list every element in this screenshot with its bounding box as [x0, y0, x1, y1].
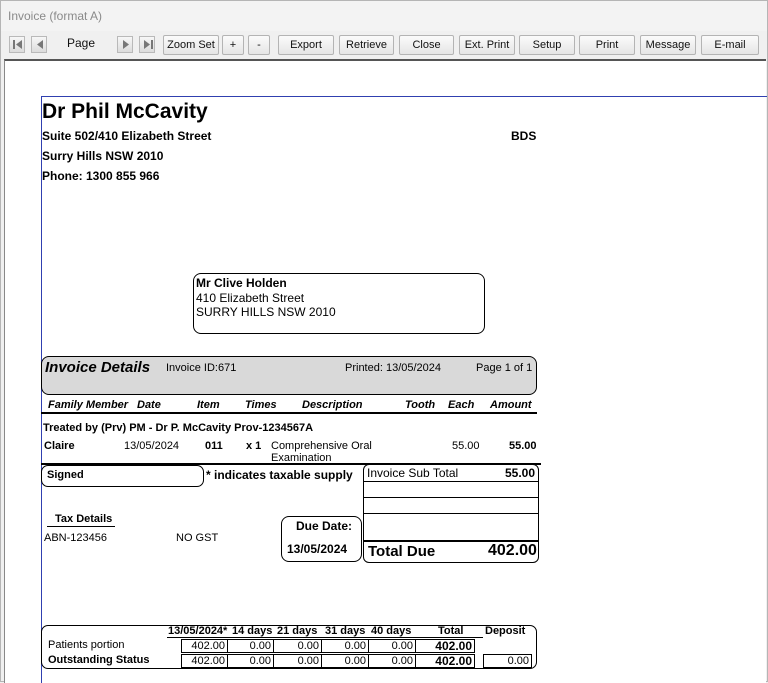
first-page-button[interactable] — [9, 36, 25, 53]
aging-cell: 0.00 — [368, 654, 416, 668]
practice-name: Dr Phil McCavity — [42, 100, 208, 123]
title-bar: Invoice (format A) — [1, 1, 767, 31]
aging-cell: 0.00 — [227, 654, 274, 668]
aging-cell: 0.00 — [273, 654, 322, 668]
previous-page-icon — [37, 40, 43, 49]
col-description: Description — [302, 399, 363, 411]
zoom-set-button[interactable]: Zoom Set — [163, 35, 219, 55]
sub-total-label: Invoice Sub Total — [367, 466, 459, 480]
due-date-value: 13/05/2024 — [287, 542, 348, 556]
patient-address-1: 410 Elizabeth Street — [196, 291, 305, 305]
printed-date: Printed: 13/05/2024 — [345, 362, 442, 374]
retrieve-button[interactable]: Retrieve — [339, 35, 394, 55]
email-button[interactable]: E-mail — [701, 35, 759, 55]
due-date-label: Due Date: — [296, 519, 353, 533]
page-label: Page — [67, 36, 96, 50]
aging-cell: 0.00 — [321, 639, 369, 653]
line-item-code: 011 — [205, 440, 223, 452]
setup-button[interactable]: Setup — [519, 35, 575, 55]
page-count: Page 1 of 1 — [476, 362, 533, 374]
treated-by: Treated by (Prv) PM - Dr P. McCavity Pro… — [43, 422, 314, 434]
signed-label: Signed — [47, 469, 84, 481]
invoice-window: Invoice (format A) Page Zoom Set + - Exp… — [0, 0, 768, 683]
next-page-button[interactable] — [117, 36, 133, 53]
totals-rule-3 — [364, 513, 538, 514]
practice-qualification: BDS — [511, 129, 537, 143]
aging-cell: 0.00 — [227, 639, 274, 653]
patient-name: Mr Clive Holden — [196, 276, 287, 290]
line-family-member: Claire — [44, 440, 75, 452]
col-each: Each — [448, 399, 475, 411]
totals-rule-1 — [364, 481, 538, 482]
toolbar: Page Zoom Set + - Export Retrieve Close … — [1, 31, 767, 59]
practice-address-2: Surry Hills NSW 2010 — [42, 149, 164, 163]
tax-details-underline — [47, 526, 115, 527]
tax-details-label: Tax Details — [55, 513, 113, 525]
first-page-icon — [13, 40, 22, 49]
col-family-member: Family Member — [48, 399, 129, 411]
aging-cell-total: 402.00 — [415, 639, 475, 653]
last-page-button[interactable] — [139, 36, 155, 53]
export-button[interactable]: Export — [278, 35, 334, 55]
line-amount: 55.00 — [509, 440, 537, 452]
line-description-1: Comprehensive Oral — [271, 440, 372, 452]
aging-row-label-outstanding: Outstanding Status — [48, 654, 150, 666]
line-times: x 1 — [246, 440, 262, 452]
aging-header-rule — [167, 637, 483, 638]
close-button[interactable]: Close — [399, 35, 454, 55]
aging-cell: 402.00 — [181, 654, 228, 668]
abn-value: ABN-123456 — [44, 532, 107, 544]
message-button[interactable]: Message — [640, 35, 696, 55]
practice-address-1: Suite 502/410 Elizabeth Street — [42, 129, 212, 143]
invoice-id: Invoice ID:671 — [166, 362, 237, 374]
aging-header-14: 14 days — [232, 625, 273, 637]
zoom-in-button[interactable]: + — [222, 35, 244, 55]
aging-header-40: 40 days — [371, 625, 412, 637]
aging-cell: 402.00 — [181, 639, 228, 653]
ext-print-button[interactable]: Ext. Print — [459, 35, 515, 55]
patient-address-2: SURRY HILLS NSW 2010 — [196, 305, 336, 319]
aging-cell-total: 402.00 — [415, 654, 475, 668]
line-date: 13/05/2024 — [124, 440, 180, 452]
invoice-title: Invoice Details — [45, 359, 151, 376]
aging-cell: 0.00 — [273, 639, 322, 653]
taxable-note: * indicates taxable supply — [206, 468, 353, 482]
aging-header-deposit: Deposit — [485, 625, 526, 637]
zoom-out-button[interactable]: - — [248, 35, 270, 55]
aging-header-31: 31 days — [325, 625, 366, 637]
header-rule — [41, 412, 537, 414]
print-button[interactable]: Print — [579, 35, 635, 55]
col-item: Item — [197, 399, 220, 411]
aging-cell: 0.00 — [321, 654, 369, 668]
line-each: 55.00 — [452, 440, 480, 452]
totals-rule-2 — [364, 497, 538, 498]
aging-cell-deposit: 0.00 — [483, 654, 532, 668]
total-due-label: Total Due — [368, 543, 436, 560]
sub-total-value: 55.00 — [505, 466, 536, 480]
col-tooth: Tooth — [405, 399, 436, 411]
col-date: Date — [137, 399, 161, 411]
next-page-icon — [123, 40, 129, 49]
aging-row-label-patients: Patients portion — [48, 639, 125, 651]
gst-status: NO GST — [176, 532, 219, 544]
previous-page-button[interactable] — [31, 36, 47, 53]
window-title: Invoice (format A) — [8, 9, 103, 23]
practice-phone: Phone: 1300 855 966 — [42, 169, 160, 183]
aging-header-total: Total — [438, 625, 464, 637]
aging-cell: 0.00 — [368, 639, 416, 653]
total-due-value: 402.00 — [488, 542, 537, 559]
col-times: Times — [245, 399, 277, 411]
aging-header-21: 21 days — [277, 625, 318, 637]
aging-header-current: 13/05/2024* — [168, 625, 228, 637]
col-amount: Amount — [490, 399, 532, 411]
page-margin-top — [41, 96, 767, 97]
last-page-icon — [144, 40, 153, 49]
